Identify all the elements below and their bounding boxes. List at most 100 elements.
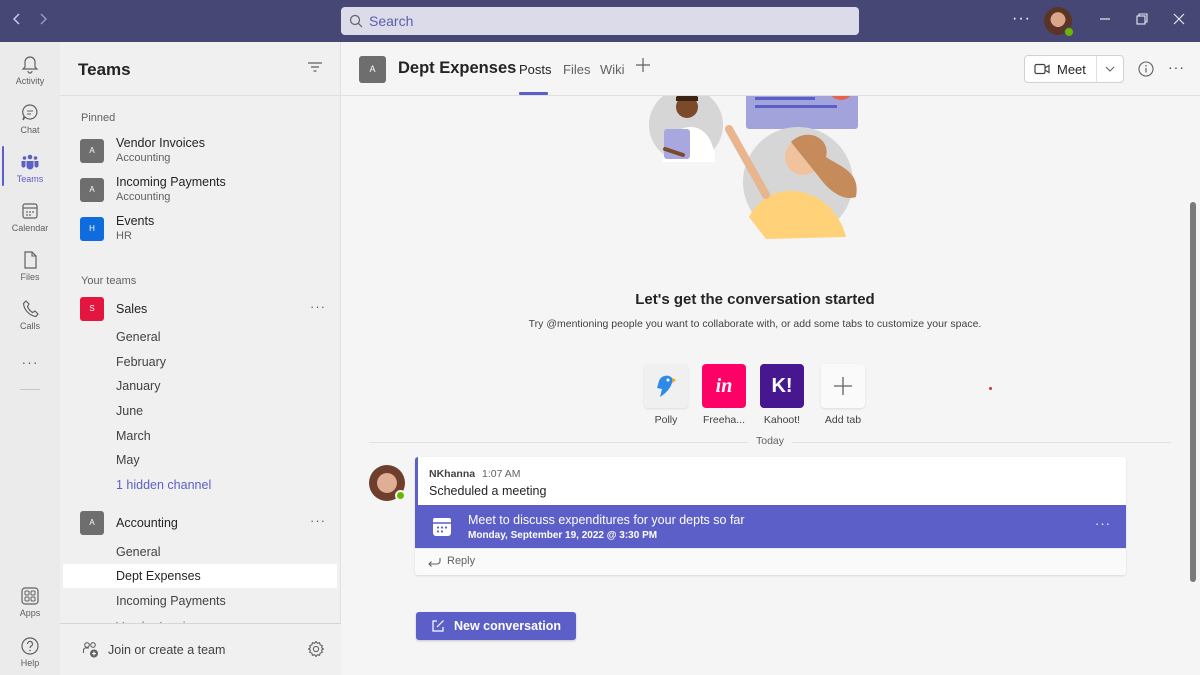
team-avatar: A bbox=[80, 511, 104, 535]
channel-more-options-button[interactable]: ··· bbox=[1168, 59, 1185, 75]
meet-button[interactable]: Meet bbox=[1025, 56, 1097, 82]
team-avatar: H bbox=[80, 217, 104, 241]
invision-icon: in bbox=[702, 364, 746, 408]
teams-panel: Teams Pinned A Vendor Invoices Accountin… bbox=[60, 42, 341, 675]
your-teams-section-label: Your teams bbox=[81, 275, 137, 287]
channel-title: Dept Expenses bbox=[398, 59, 517, 77]
rail-item-help[interactable]: Help bbox=[0, 630, 60, 675]
more-apps-button[interactable]: ··· bbox=[0, 354, 60, 370]
presence-available-icon bbox=[1064, 27, 1074, 37]
rail-item-files[interactable]: Files bbox=[0, 244, 60, 290]
tab-posts[interactable]: Posts bbox=[519, 62, 552, 77]
calendar-icon bbox=[433, 518, 451, 536]
team-name: Accounting bbox=[116, 152, 171, 164]
meeting-more-options-button[interactable]: ··· bbox=[1095, 516, 1111, 531]
new-conversation-button[interactable]: New conversation bbox=[416, 612, 576, 640]
team-avatar: S bbox=[80, 297, 104, 321]
team-more-options-button[interactable]: ··· bbox=[310, 299, 326, 314]
team-accounting[interactable]: A Accounting ··· bbox=[80, 510, 330, 536]
message-text: Scheduled a meeting bbox=[429, 484, 547, 498]
empty-state-title: Let's get the conversation started bbox=[635, 291, 875, 308]
profile-avatar[interactable] bbox=[1044, 7, 1074, 37]
feed-scrollbar[interactable] bbox=[1190, 202, 1196, 582]
channel-item[interactable]: Incoming Payments bbox=[63, 589, 337, 613]
app-freehand[interactable]: in Freeha... bbox=[702, 364, 746, 426]
meet-dropdown-button[interactable] bbox=[1097, 56, 1123, 82]
more-options-button[interactable]: ··· bbox=[1012, 10, 1031, 28]
teams-panel-header: Teams bbox=[60, 42, 341, 96]
help-icon bbox=[21, 637, 39, 655]
apps-icon bbox=[21, 587, 39, 605]
pinned-channel-incoming-payments[interactable]: A Incoming Payments Accounting bbox=[80, 174, 330, 210]
reply-icon bbox=[428, 558, 441, 567]
channel-item[interactable]: February bbox=[63, 350, 337, 374]
reply-button[interactable]: Reply bbox=[415, 548, 1126, 575]
rail-item-chat[interactable]: Chat bbox=[0, 97, 60, 143]
pinned-channel-vendor-invoices[interactable]: A Vendor Invoices Accounting bbox=[80, 135, 330, 171]
channel-name: Incoming Payments bbox=[116, 175, 226, 189]
filter-button[interactable] bbox=[307, 60, 323, 79]
file-icon bbox=[24, 251, 37, 269]
active-tab-indicator bbox=[519, 92, 548, 95]
close-icon bbox=[1173, 13, 1185, 25]
tab-files[interactable]: Files bbox=[563, 62, 590, 77]
forward-button[interactable] bbox=[33, 10, 53, 30]
team-sales[interactable]: S Sales ··· bbox=[80, 296, 330, 322]
pinned-section-label: Pinned bbox=[81, 112, 116, 124]
team-name: Accounting bbox=[116, 191, 171, 203]
cursor-dot bbox=[989, 387, 992, 390]
info-icon bbox=[1138, 61, 1154, 77]
message-author-avatar[interactable] bbox=[369, 465, 406, 501]
rail-item-calls[interactable]: Calls bbox=[0, 293, 60, 339]
channel-item[interactable]: May bbox=[63, 448, 337, 472]
filter-icon bbox=[308, 62, 322, 72]
meeting-title: Meet to discuss expenditures for your de… bbox=[468, 513, 745, 527]
rail-label: Apps bbox=[19, 608, 41, 618]
hidden-channels-link[interactable]: 1 hidden channel bbox=[63, 473, 337, 497]
tab-wiki[interactable]: Wiki bbox=[600, 62, 625, 77]
teams-panel-title: Teams bbox=[78, 60, 131, 79]
meet-button-group: Meet bbox=[1024, 55, 1124, 83]
channel-item[interactable]: General bbox=[63, 325, 337, 349]
channel-item[interactable]: June bbox=[63, 399, 337, 423]
title-bar: ··· bbox=[0, 0, 1200, 42]
phone-icon bbox=[22, 300, 39, 318]
add-tab-button[interactable] bbox=[635, 56, 651, 79]
channel-item[interactable]: January bbox=[63, 374, 337, 398]
channel-item[interactable]: General bbox=[63, 540, 337, 564]
rail-item-teams[interactable]: Teams bbox=[0, 146, 60, 192]
chevron-left-icon bbox=[13, 13, 20, 25]
app-add-tab[interactable]: Add tab bbox=[821, 364, 865, 426]
channel-item[interactable]: Vendor Invoices bbox=[63, 615, 337, 623]
search-input[interactable] bbox=[369, 13, 829, 29]
team-more-options-button[interactable]: ··· bbox=[310, 513, 326, 528]
chevron-down-icon bbox=[1105, 66, 1115, 72]
app-kahoot[interactable]: K! Kahoot! bbox=[760, 364, 804, 426]
team-avatar: A bbox=[80, 139, 104, 163]
message-timestamp: 1:07 AM bbox=[482, 468, 521, 480]
pinned-channel-events[interactable]: H Events HR bbox=[80, 213, 330, 249]
channel-header: A Dept Expenses Posts Files Wiki Meet ··… bbox=[341, 42, 1200, 96]
rail-label: Files bbox=[20, 272, 40, 282]
presence-available-icon bbox=[395, 490, 406, 501]
rail-item-apps[interactable]: Apps bbox=[0, 580, 60, 626]
rail-item-calendar[interactable]: Calendar bbox=[0, 195, 60, 241]
channel-item-active[interactable]: Dept Expenses bbox=[63, 564, 337, 588]
settings-button[interactable] bbox=[307, 640, 325, 663]
reply-label: Reply bbox=[447, 555, 476, 567]
search-box[interactable] bbox=[341, 7, 859, 35]
app-polly[interactable]: Polly bbox=[644, 364, 688, 426]
teams-panel-footer: Join or create a team bbox=[60, 623, 341, 675]
minimize-button[interactable] bbox=[1092, 8, 1118, 34]
gear-icon bbox=[307, 640, 325, 658]
meeting-card[interactable]: Meet to discuss expenditures for your de… bbox=[415, 505, 1126, 548]
restore-button[interactable] bbox=[1129, 8, 1155, 34]
channel-info-button[interactable] bbox=[1138, 61, 1154, 82]
rail-item-activity[interactable]: Activity bbox=[0, 48, 60, 94]
close-button[interactable] bbox=[1166, 8, 1192, 34]
join-or-create-team-button[interactable]: Join or create a team bbox=[82, 641, 225, 659]
plus-icon bbox=[636, 58, 650, 72]
back-button[interactable] bbox=[7, 10, 27, 30]
compose-icon bbox=[432, 620, 444, 632]
channel-item[interactable]: March bbox=[63, 424, 337, 448]
